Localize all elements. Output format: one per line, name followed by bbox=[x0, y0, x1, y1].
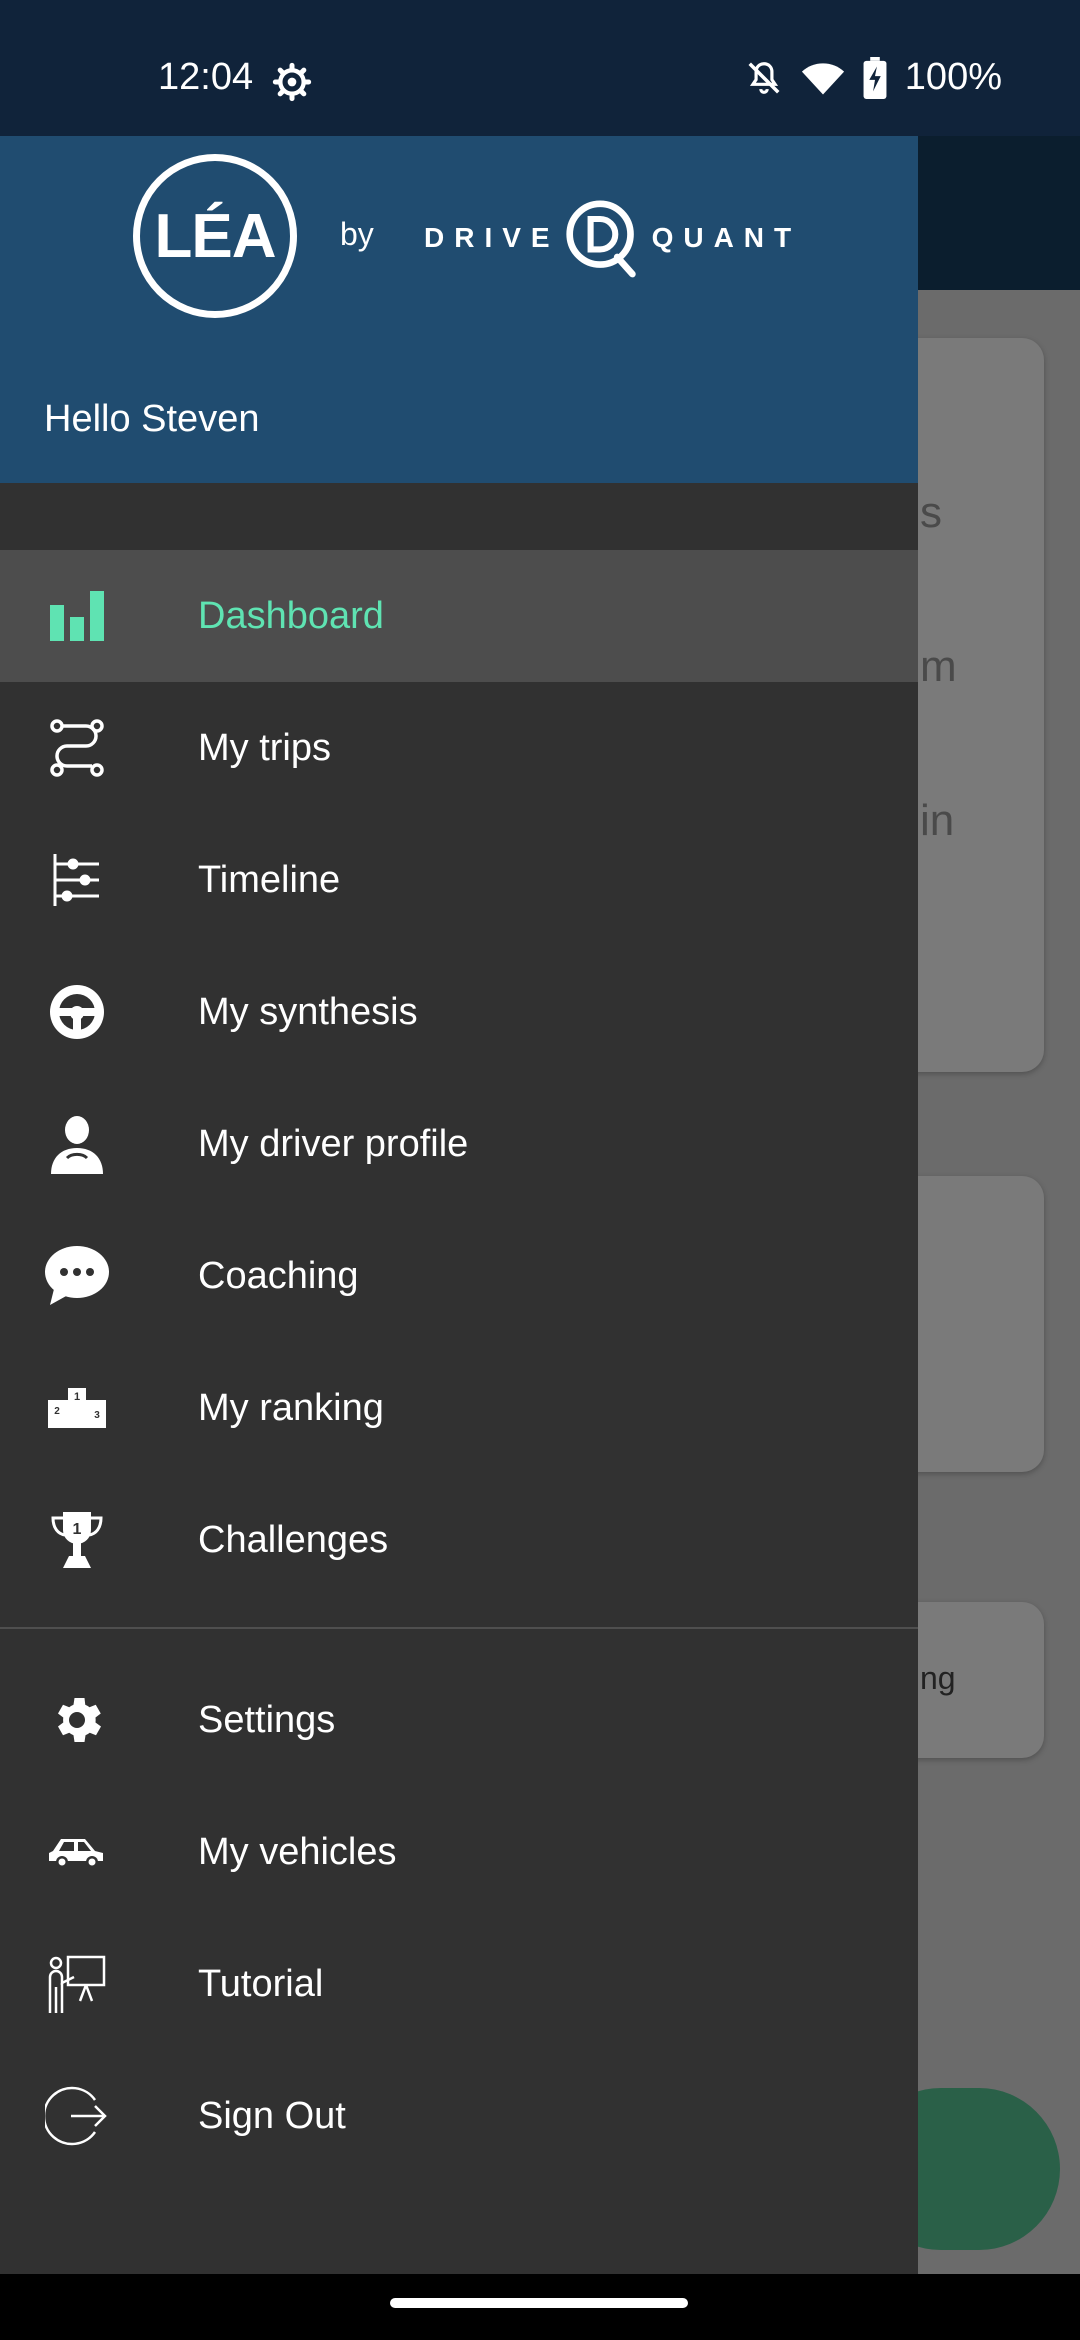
menu-item-label: Coaching bbox=[198, 1255, 359, 1297]
drivequant-right-word: QUANT bbox=[651, 222, 802, 253]
status-time: 12:04 bbox=[158, 56, 254, 98]
menu-item-label: Timeline bbox=[198, 859, 341, 901]
driver-icon bbox=[44, 1111, 110, 1177]
menu-item-my-ranking[interactable]: 1 2 3 My ranking bbox=[0, 1342, 918, 1474]
home-gesture-handle[interactable] bbox=[390, 2298, 688, 2308]
notifications-off-icon bbox=[748, 61, 780, 94]
menu-item-sign-out[interactable]: Sign Out bbox=[0, 2050, 918, 2182]
trophy-icon: 1 bbox=[44, 1507, 110, 1573]
bar-chart-icon bbox=[44, 583, 110, 649]
logo-by-text: by bbox=[340, 216, 374, 252]
background-app-header bbox=[918, 136, 1080, 290]
status-bar: 12:04 100% bbox=[0, 0, 1080, 136]
menu-item-my-driver-profile[interactable]: My driver profile bbox=[0, 1078, 918, 1210]
menu-item-label: Sign Out bbox=[198, 2095, 346, 2137]
menu-item-label: My vehicles bbox=[198, 1831, 397, 1873]
timeline-icon bbox=[44, 847, 110, 913]
presentation-icon bbox=[44, 1951, 110, 2017]
lea-logo: LÉA bbox=[133, 154, 297, 318]
settings-gear-icon bbox=[272, 62, 312, 102]
system-navigation-bar bbox=[0, 2274, 1080, 2340]
menu-item-settings[interactable]: Settings bbox=[0, 1654, 918, 1786]
menu-item-label: My ranking bbox=[198, 1387, 384, 1429]
chat-bubble-icon bbox=[44, 1243, 110, 1309]
steering-wheel-icon bbox=[44, 979, 110, 1045]
menu-item-label: My trips bbox=[198, 727, 331, 769]
battery-percentage: 100% bbox=[904, 56, 1002, 98]
svg-text:1: 1 bbox=[74, 1391, 80, 1403]
menu-item-coaching[interactable]: Coaching bbox=[0, 1210, 918, 1342]
svg-text:2: 2 bbox=[54, 1406, 60, 1417]
menu-item-label: My synthesis bbox=[198, 991, 418, 1033]
drivequant-left-word: DRIVE bbox=[424, 222, 560, 253]
background-text: s bbox=[920, 488, 942, 537]
wifi-icon bbox=[801, 62, 844, 94]
svg-text:3: 3 bbox=[94, 1410, 100, 1421]
status-icons: 100% bbox=[745, 56, 1002, 99]
gear-icon bbox=[44, 1687, 110, 1753]
menu-item-label: Tutorial bbox=[198, 1963, 324, 2005]
menu-item-label: Dashboard bbox=[198, 595, 384, 637]
background-text: in bbox=[920, 796, 955, 845]
menu-item-timeline[interactable]: Timeline bbox=[0, 814, 918, 946]
menu-item-tutorial[interactable]: Tutorial bbox=[0, 1918, 918, 2050]
sign-out-icon bbox=[44, 2083, 110, 2149]
svg-text:1: 1 bbox=[73, 1521, 82, 1538]
greeting-text: Hello Steven bbox=[44, 398, 260, 440]
background-text: ng bbox=[920, 1660, 956, 1696]
background-text: m bbox=[920, 642, 957, 691]
drivequant-d-icon bbox=[565, 200, 636, 278]
menu-item-label: Challenges bbox=[198, 1519, 389, 1561]
menu-item-label: Settings bbox=[198, 1699, 336, 1741]
menu-item-my-synthesis[interactable]: My synthesis bbox=[0, 946, 918, 1078]
drivequant-logo: DRIVE QUANT bbox=[424, 198, 801, 278]
menu-item-dashboard[interactable]: Dashboard bbox=[0, 550, 918, 682]
podium-icon: 1 2 3 bbox=[44, 1375, 110, 1441]
navigation-drawer: LÉA by DRIVE QUANT Hello Steven Dashboar… bbox=[0, 136, 918, 2274]
battery-charging-icon bbox=[863, 56, 887, 99]
lea-logo-text: LÉA bbox=[154, 201, 277, 271]
drawer-header: LÉA by DRIVE QUANT Hello Steven bbox=[0, 136, 918, 483]
route-icon bbox=[44, 715, 110, 781]
menu-item-label: My driver profile bbox=[198, 1123, 469, 1165]
menu-item-challenges[interactable]: 1 Challenges bbox=[0, 1474, 918, 1606]
menu-divider bbox=[0, 1627, 918, 1629]
car-icon bbox=[44, 1819, 110, 1885]
menu-item-my-vehicles[interactable]: My vehicles bbox=[0, 1786, 918, 1918]
menu-item-my-trips[interactable]: My trips bbox=[0, 682, 918, 814]
